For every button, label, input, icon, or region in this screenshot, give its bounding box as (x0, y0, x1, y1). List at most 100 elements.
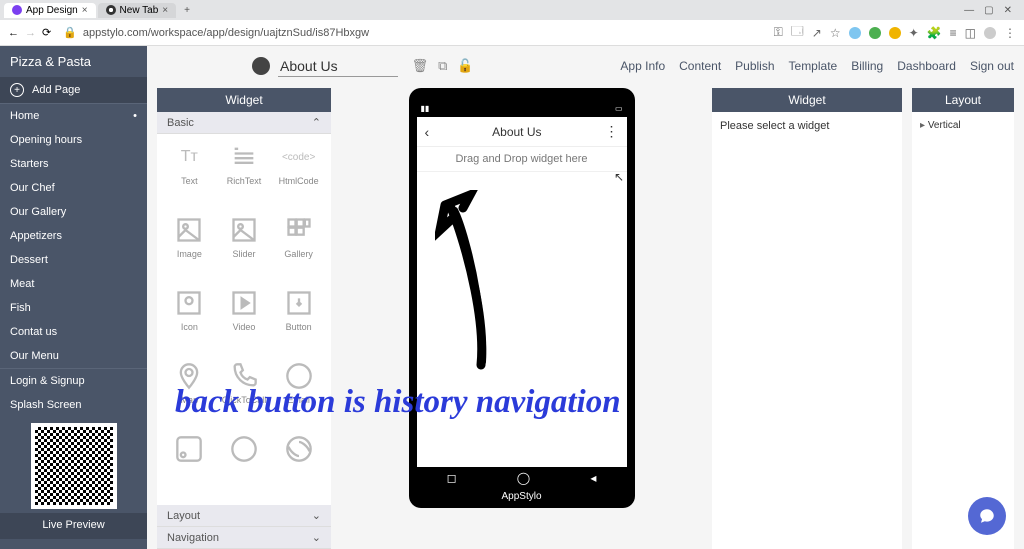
sidebar-item-our-gallery[interactable]: Our Gallery (0, 200, 147, 224)
sidebar-item-fish[interactable]: Fish (0, 296, 147, 320)
widget-webview[interactable] (272, 432, 325, 499)
reading-list-icon[interactable]: ≡ (950, 26, 957, 40)
signal-icon: ▮▮ (421, 104, 430, 113)
tab-close-icon[interactable]: × (162, 5, 168, 16)
widget-email[interactable]: Email (272, 359, 325, 426)
nav-template[interactable]: Template (789, 59, 838, 73)
widget-label: Email (287, 395, 310, 405)
kebab-menu-icon[interactable]: ⋮ (1004, 26, 1016, 40)
widget-label: Button (286, 322, 312, 332)
translate-icon[interactable]: 🗔 (791, 22, 804, 43)
trash-icon[interactable]: 🗑 (412, 58, 429, 74)
page-title-input[interactable]: About Us (278, 56, 398, 77)
topbar: About Us 🗑 ⧉ 🔓 App Info Content Publish … (157, 48, 1014, 84)
extensions-menu-icon[interactable]: ✦ (909, 26, 919, 40)
window-maximize-icon[interactable]: ▢ (984, 5, 993, 16)
sidebar-item-our-menu[interactable]: Our Menu (0, 344, 147, 368)
nav-forward-icon[interactable]: → (25, 27, 36, 39)
widget-htmlcode[interactable]: <code>HtmlCode (272, 140, 325, 207)
address-bar: ← → ⟳ 🔒 appstylo.com/workspace/app/desig… (0, 20, 1024, 46)
sidebar-item-dessert[interactable]: Dessert (0, 248, 147, 272)
widget-map[interactable]: Map (163, 359, 216, 426)
tab-close-icon[interactable]: × (82, 5, 88, 16)
slider-icon (227, 213, 261, 247)
accordion-layout[interactable]: Layout ⌄ (157, 505, 331, 527)
layout-panel-header: Layout (912, 88, 1014, 112)
widget-button[interactable]: Button (272, 286, 325, 353)
chat-widget-button[interactable] (968, 497, 1006, 535)
browser-tab-active[interactable]: App Design × (4, 3, 96, 18)
sidebar-item-contact-us[interactable]: Contat us (0, 320, 147, 344)
nav-sign-out[interactable]: Sign out (970, 59, 1014, 73)
browser-tab-strip: App Design × New Tab × + — ▢ ✕ (0, 0, 1024, 20)
page-icon[interactable] (252, 57, 270, 75)
phone-brand-label: AppStylo (417, 489, 627, 502)
phone-kebab-icon[interactable]: ⋮ (605, 123, 619, 140)
extension-icon[interactable] (849, 27, 861, 39)
sidebar-item-starters[interactable]: Starters (0, 152, 147, 176)
plus-circle-icon: + (10, 83, 24, 97)
add-page-button[interactable]: + Add Page (0, 77, 147, 104)
widget-video[interactable]: Video (218, 286, 271, 353)
sidebar-item-home[interactable]: Home (0, 104, 147, 128)
nav-billing[interactable]: Billing (851, 59, 883, 73)
phone-nav-home-icon[interactable]: ◯ (517, 471, 530, 485)
nav-publish[interactable]: Publish (735, 59, 774, 73)
widget-text[interactable]: TᴛText (163, 140, 216, 207)
layout-item-vertical[interactable]: Vertical (920, 120, 961, 131)
url-input[interactable]: appstylo.com/workspace/app/design/uajtzn… (83, 27, 768, 39)
widget-grid[interactable]: TᴛText RichText <code>HtmlCode Image Sli… (157, 134, 331, 505)
widget-rssfeed[interactable]: RssFeed (163, 432, 216, 499)
window-minimize-icon[interactable]: — (964, 5, 974, 16)
star-icon[interactable]: ☆ (830, 26, 841, 40)
main-area: About Us 🗑 ⧉ 🔓 App Info Content Publish … (147, 46, 1024, 549)
browser-tab-inactive[interactable]: New Tab × (98, 3, 177, 18)
puzzle-icon[interactable]: 🧩 (927, 26, 942, 40)
nav-content[interactable]: Content (679, 59, 721, 73)
side-panel-icon[interactable]: ◫ (965, 26, 976, 40)
accordion-basic[interactable]: Basic ⌃ (157, 112, 331, 134)
widget-label: HtmlCode (279, 176, 319, 186)
widget-label: Text (181, 176, 198, 186)
duplicate-icon[interactable]: ⧉ (438, 58, 447, 74)
widget-image[interactable]: Image (163, 213, 216, 280)
nav-dashboard[interactable]: Dashboard (897, 59, 956, 73)
widget-panel-header: Widget (157, 88, 331, 112)
widget-gallery[interactable]: Gallery (272, 213, 325, 280)
extension-icon[interactable] (889, 27, 901, 39)
phone-nav-recent-icon[interactable]: ◂ (590, 471, 596, 485)
key-icon[interactable]: ⚿ (774, 25, 783, 40)
drop-zone[interactable]: Drag and Drop widget here (417, 147, 627, 172)
nav-back-icon[interactable]: ← (8, 27, 19, 39)
widget-clicktocall[interactable]: ClickToCall (218, 359, 271, 426)
widget-properties-header: Widget (712, 88, 902, 112)
app-name: Pizza & Pasta (0, 46, 147, 77)
accordion-basic-label: Basic (167, 117, 194, 129)
richtext-icon (227, 140, 261, 174)
unlock-icon[interactable]: 🔓 (457, 58, 473, 74)
accordion-navigation[interactable]: Navigation ⌄ (157, 527, 331, 549)
widget-html[interactable] (218, 432, 271, 499)
window-close-icon[interactable]: ✕ (1004, 5, 1012, 16)
widget-panel: Widget Basic ⌃ TᴛText RichText <code>Htm… (157, 88, 331, 549)
sidebar-item-opening-hours[interactable]: Opening hours (0, 128, 147, 152)
widget-icon[interactable]: Icon (163, 286, 216, 353)
widget-label: ClickToCall (222, 395, 267, 405)
nav-reload-icon[interactable]: ⟳ (42, 26, 51, 39)
sidebar-item-meat[interactable]: Meat (0, 272, 147, 296)
live-preview-button[interactable]: Live Preview (0, 513, 147, 539)
sidebar-item-login-signup[interactable]: Login & Signup (0, 369, 147, 393)
nav-app-info[interactable]: App Info (620, 59, 665, 73)
favicon-newtab (106, 5, 116, 15)
favicon-appstylo (12, 5, 22, 15)
widget-richtext[interactable]: RichText (218, 140, 271, 207)
extension-icon[interactable] (869, 27, 881, 39)
profile-avatar[interactable] (984, 27, 996, 39)
widget-slider[interactable]: Slider (218, 213, 271, 280)
sidebar-item-splash-screen[interactable]: Splash Screen (0, 393, 147, 417)
sidebar-item-our-chef[interactable]: Our Chef (0, 176, 147, 200)
phone-nav-back-icon[interactable]: ◻ (447, 471, 457, 485)
new-tab-button[interactable]: + (178, 5, 196, 16)
share-icon[interactable]: ↗ (812, 26, 822, 40)
sidebar-item-appetizers[interactable]: Appetizers (0, 224, 147, 248)
